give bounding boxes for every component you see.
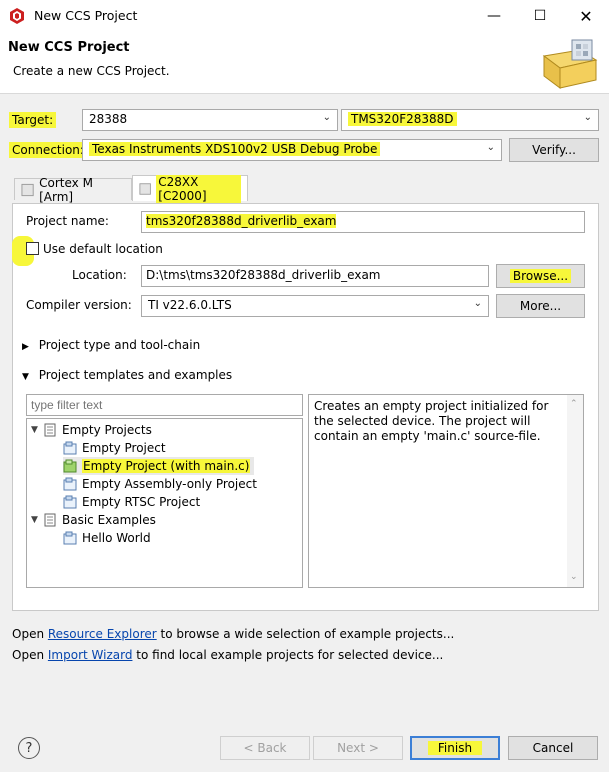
resource-explorer-link[interactable]: Resource Explorer [48,627,157,641]
tree-item-label: Empty Project (with main.c) [82,459,251,473]
target-device-value: TMS320F28388D [348,112,457,126]
tab-c28xx-label: C28XX [C2000] [156,174,241,203]
target-label-text: Target: [12,113,54,127]
tree-item[interactable]: Empty RTSC Project [63,493,200,511]
template-description: Creates an empty project initialized for… [308,394,584,588]
window-title: New CCS Project [34,8,138,23]
page-title: New CCS Project [8,40,130,55]
finish-button[interactable]: Finish [410,736,500,760]
scroll-down-icon[interactable]: ⌄ [570,570,578,585]
location-label: Location: [72,268,127,282]
next-button[interactable]: Next > [313,736,403,760]
tree-group-label: Empty Projects [62,423,152,437]
tab-c28xx[interactable]: C28XX [C2000] [132,174,248,203]
ccs-app-icon [10,8,24,24]
connection-label-text: Connection: [12,143,84,157]
connection-label: Connection: [9,142,87,158]
project-name-label: Project name: [26,214,109,228]
finish-label: Finish [427,741,483,755]
link-line-suffix: to find local example projects for selec… [132,648,444,662]
templates-toggle[interactable]: ▼ Project templates and examples [22,368,232,382]
scroll-up-icon[interactable]: ⌃ [570,397,578,412]
browse-label: Browse... [509,269,572,283]
template-folder-icon [44,513,56,527]
import-wizard-line: Open Import Wizard to find local example… [12,648,443,662]
target-label: Target: [9,112,57,128]
use-default-location-label: Use default location [43,242,163,256]
back-button[interactable]: < Back [220,736,310,760]
tree-item-label: Empty RTSC Project [82,495,201,509]
help-icon[interactable]: ? [18,737,40,759]
template-filter-input[interactable] [26,394,303,416]
connection-value: Texas Instruments XDS100v2 USB Debug Pro… [89,142,381,156]
chevron-down-icon: ⌄ [322,112,331,123]
tree-item[interactable]: Empty Assembly-only Project [63,475,257,493]
location-value: D:\tms\tms320f28388d_driverlib_exam [146,268,381,282]
connection-combo[interactable]: Texas Instruments XDS100v2 USB Debug Pro… [82,139,502,161]
chevron-right-icon: ▶ [22,342,29,352]
project-icon [63,459,77,473]
import-wizard-link[interactable]: Import Wizard [48,648,133,662]
tree-item-label: Empty Project [82,441,166,455]
type-toolchain-toggle[interactable]: ▶ Project type and tool-chain [22,338,200,352]
project-name-value: tms320f28388d_driverlib_exam [146,214,337,228]
link-line-prefix: Open [12,648,48,662]
chevron-down-icon: ⌄ [583,112,592,123]
compiler-version-label: Compiler version: [26,298,132,312]
project-wizard-icon [542,39,598,89]
link-line-suffix: to browse a wide selection of example pr… [156,627,455,641]
template-tree: ▼ Empty Projects Empty Project Empty Pro… [26,418,303,588]
project-icon [63,441,77,455]
close-button[interactable]: ✕ [563,0,609,32]
more-button[interactable]: More... [496,294,585,318]
project-icon [63,477,77,491]
link-line-prefix: Open [12,627,48,641]
tree-item-label: Empty Assembly-only Project [82,477,257,491]
tab-cortex-m[interactable]: Cortex M [Arm] [14,176,132,204]
location-field[interactable]: D:\tms\tms320f28388d_driverlib_exam [141,265,489,287]
chevron-down-icon: ⌄ [473,298,482,309]
tree-item-selected[interactable]: Empty Project (with main.c) [63,457,255,475]
type-toolchain-label: Project type and tool-chain [38,338,201,352]
target-family-combo[interactable]: 28388 ⌄ [82,109,338,131]
tab-cortex-m-label: Cortex M [Arm] [39,175,93,204]
use-default-location-checkbox[interactable] [26,242,39,255]
tree-group-label: Basic Examples [62,513,156,527]
verify-button[interactable]: Verify... [509,138,599,162]
templates-label: Project templates and examples [38,368,233,382]
description-text: Creates an empty project initialized for… [314,399,549,443]
maximize-button[interactable]: ☐ [517,0,563,32]
tree-item-label: Hello World [82,531,151,545]
description-scrollbar[interactable]: ⌃ ⌄ [567,395,583,587]
tree-item[interactable]: Hello World [63,529,151,547]
tree-group-empty-projects[interactable]: ▼ Empty Projects [31,421,152,439]
chevron-down-icon: ⌄ [486,142,495,153]
expanded-chevron-icon: ▼ [31,425,38,435]
tree-item[interactable]: Empty Project [63,439,166,457]
project-icon [63,495,77,509]
page-subtitle: Create a new CCS Project. [13,64,170,78]
project-icon [63,531,77,545]
target-family-value: 28388 [89,112,128,126]
tab-arm-icon [21,183,34,196]
browse-button[interactable]: Browse... [496,264,585,288]
target-device-combo[interactable]: TMS320F28388D ⌄ [341,109,599,131]
template-folder-icon [44,423,56,437]
chevron-down-icon: ▼ [22,372,29,382]
expanded-chevron-icon: ▼ [31,515,38,525]
cancel-button[interactable]: Cancel [508,736,598,760]
compiler-version-combo[interactable]: TI v22.6.0.LTS ⌄ [141,295,489,317]
resource-explorer-line: Open Resource Explorer to browse a wide … [12,627,454,641]
minimize-button[interactable]: — [471,0,517,32]
tree-group-basic-examples[interactable]: ▼ Basic Examples [31,511,156,529]
project-name-field[interactable]: tms320f28388d_driverlib_exam [141,211,585,233]
compiler-version-value: TI v22.6.0.LTS [148,298,232,312]
tab-c2000-icon [139,182,151,195]
